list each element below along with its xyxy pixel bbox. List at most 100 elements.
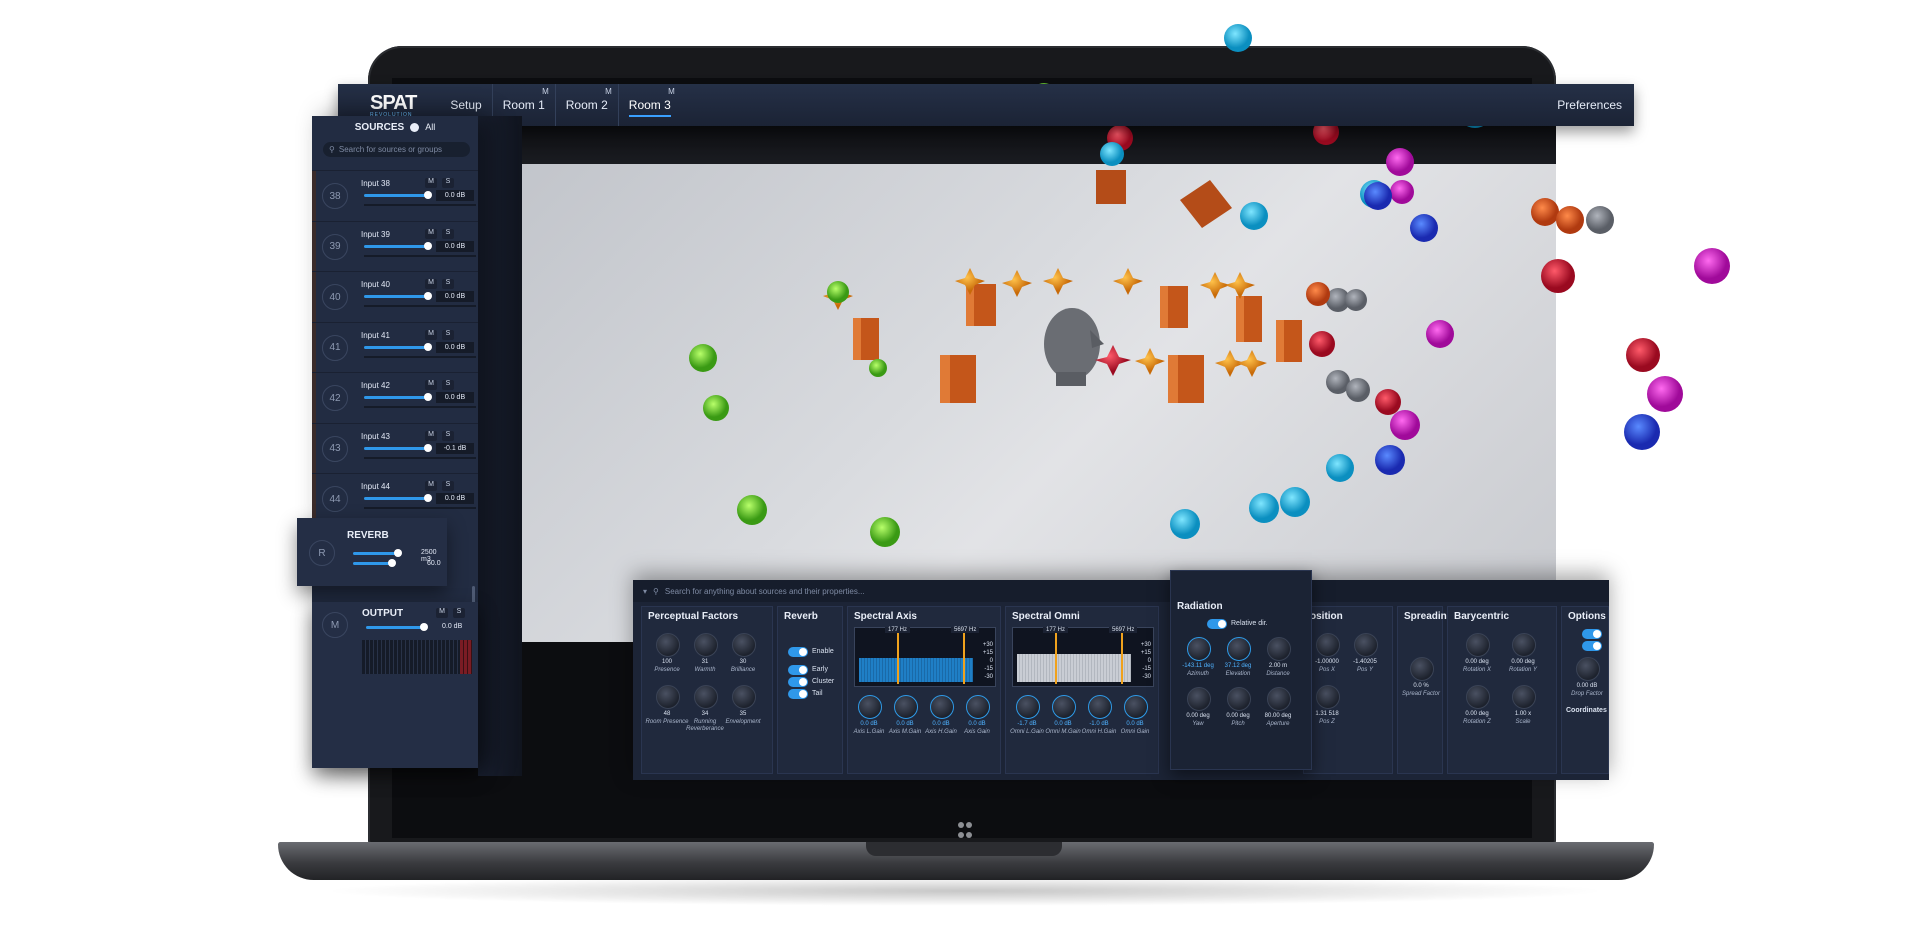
slider-handle[interactable] [420,623,428,631]
axis-high-gain-knob[interactable] [930,695,954,719]
search-icon: ⚲ [653,586,659,596]
rotation-z-knob[interactable] [1466,685,1490,709]
slider-handle[interactable] [424,494,432,502]
slider-handle[interactable] [424,292,432,300]
pos-x-knob[interactable] [1316,633,1340,657]
gain-slider[interactable] [364,295,426,298]
source-row[interactable]: 44 Input 44 M S 0.0 dB [312,473,478,524]
mute-button[interactable]: M [425,430,437,441]
solo-button[interactable]: S [442,329,454,340]
elevation-knob[interactable] [1227,637,1251,661]
omni-gain-knob[interactable] [1124,695,1148,719]
menu-room-3[interactable]: M Room 3 [617,84,681,126]
mute-button[interactable]: M [425,481,437,491]
option-toggle-1[interactable] [1582,629,1602,639]
rotation-x-knob[interactable] [1466,633,1490,657]
presence-knob[interactable] [656,633,680,657]
low-freq-marker[interactable] [897,632,899,684]
envelopment-knob[interactable] [732,685,756,709]
reverb-section: Reverb Enable Early Cluster Tail [777,606,843,774]
solo-button[interactable]: S [442,228,454,239]
early-toggle[interactable] [788,665,808,675]
gain-slider[interactable] [364,497,426,500]
mute-button[interactable]: M [425,329,437,340]
gain-slider[interactable] [364,244,426,248]
spread-factor-knob[interactable] [1410,657,1434,681]
pos-y-knob[interactable] [1354,633,1378,657]
slider-handle[interactable] [388,559,396,567]
source-search-input[interactable]: ⚲ Search for sources or groups [323,142,470,157]
slider-handle[interactable] [424,241,432,250]
brilliance-knob[interactable] [732,633,756,657]
output-gain-slider[interactable] [366,626,422,629]
source-row[interactable]: 43 Input 43 M S -0.1 dB [312,422,478,474]
reverb-param-slider[interactable] [353,562,391,565]
gain-slider[interactable] [364,396,426,399]
spectral-axis-eq-graph[interactable]: 177 Hz 5697 Hz +30 +15 0 -15 -30 [854,627,996,687]
properties-search-input[interactable]: ▾ ⚲ Search for anything about sources an… [633,580,1609,602]
reverb-volume-slider[interactable] [353,552,397,555]
omni-mid-gain-knob[interactable] [1052,695,1076,719]
spectral-omni-eq-graph[interactable]: 177 Hz 5697 Hz +30 +15 0 -15 -30 [1012,627,1154,687]
solo-button[interactable]: S [453,608,465,618]
mute-button[interactable]: M [425,228,437,239]
high-freq-marker[interactable] [963,632,965,684]
cluster-toggle[interactable] [788,677,808,687]
all-toggle[interactable] [410,122,420,132]
source-row[interactable]: 39 Input 39 M S 0.0 dB [312,220,478,272]
reverb-enable-toggle[interactable] [788,647,808,657]
option-toggle-2[interactable] [1582,641,1602,651]
solo-button[interactable]: S [442,481,454,491]
azimuth-knob[interactable] [1187,637,1211,661]
omni-low-gain-knob[interactable] [1016,695,1040,719]
room-presence-knob[interactable] [656,685,680,709]
gain-slider[interactable] [364,194,426,197]
preferences-button[interactable]: Preferences [1557,98,1622,112]
gray-source-icon[interactable] [1326,206,1614,402]
running-reverberance-knob[interactable] [694,685,718,709]
pos-z-knob[interactable] [1316,685,1340,709]
mute-button[interactable]: M [425,178,437,188]
yaw-knob[interactable] [1187,687,1211,711]
solo-button[interactable]: S [442,430,454,441]
relative-dir-toggle[interactable] [1207,619,1227,629]
orange-red-source-icon[interactable] [1306,198,1584,306]
source-row[interactable]: 38 Input 38 M S 0.0 dB [312,170,478,221]
omni-high-gain-knob[interactable] [1088,695,1112,719]
drop-factor-knob[interactable] [1576,657,1600,681]
axis-low-gain-knob[interactable] [858,695,882,719]
slider-handle[interactable] [394,549,402,557]
slider-handle[interactable] [424,443,432,452]
reverb-box[interactable]: R REVERB 2500 m3 60.0 [297,518,447,586]
source-row[interactable]: 40 Input 40 M S 0.0 dB [312,271,478,322]
aperture-knob[interactable] [1267,687,1291,711]
slider-handle[interactable] [424,393,432,401]
gain-slider[interactable] [364,446,426,450]
distance-knob[interactable] [1267,637,1291,661]
green-source-icon[interactable] [689,83,1057,547]
solo-button[interactable]: S [442,178,454,188]
source-row[interactable]: 42 Input 42 M S 0.0 dB [312,372,478,423]
rotation-y-knob[interactable] [1512,633,1536,657]
magenta-source-icon[interactable] [1386,148,1730,440]
solo-button[interactable]: S [442,279,454,289]
gain-slider[interactable] [364,345,426,349]
solo-button[interactable]: S [442,380,454,390]
axis-mid-gain-knob[interactable] [894,695,918,719]
mute-button[interactable]: M [436,608,448,618]
low-freq-marker[interactable] [1055,632,1057,684]
high-freq-marker[interactable] [1121,632,1123,684]
scale-knob[interactable] [1512,685,1536,709]
warmth-knob[interactable] [694,633,718,657]
axis-gain-knob[interactable] [966,695,990,719]
source-row[interactable]: 41 Input 41 M S 0.0 dB [312,321,478,373]
menu-room-2[interactable]: M Room 2 [554,84,618,126]
slider-handle[interactable] [424,191,432,199]
tail-toggle[interactable] [788,689,808,699]
slider-handle[interactable] [424,342,432,351]
mute-button[interactable]: M [425,380,437,390]
output-box[interactable]: M OUTPUT M S 0.0 dB [312,602,478,768]
collapse-icon[interactable]: ▾ [643,587,647,596]
mute-button[interactable]: M [425,279,437,289]
pitch-knob[interactable] [1227,687,1251,711]
